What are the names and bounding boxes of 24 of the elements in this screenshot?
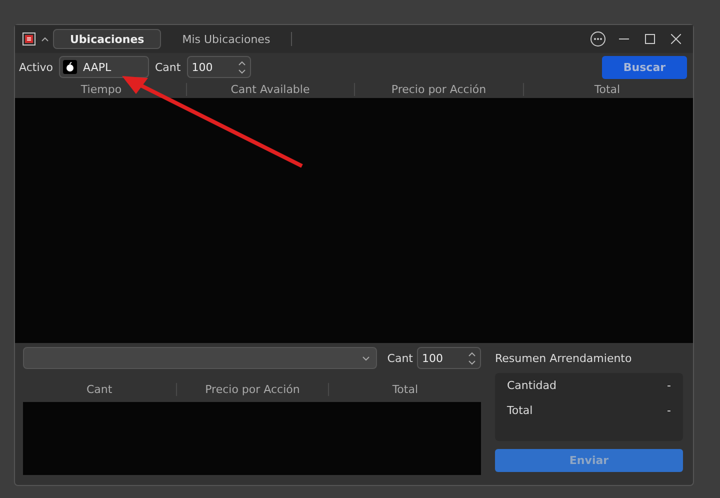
- column-header: Total: [328, 383, 481, 396]
- summary-label: Total: [507, 404, 533, 417]
- app-icon: [21, 31, 37, 47]
- quantity-label: Cant: [155, 60, 181, 74]
- apple-icon: [63, 60, 77, 74]
- asset-dropdown[interactable]: AAPL: [59, 56, 149, 78]
- summary-value: -: [667, 379, 671, 392]
- column-header: Tiempo: [80, 83, 123, 96]
- chevron-icon[interactable]: [362, 356, 370, 360]
- column-header: Cant Available: [186, 83, 354, 96]
- tab[interactable]: Mis Ubicaciones: [165, 29, 288, 49]
- quantity-label: Cant: [387, 352, 413, 364]
- column-header: Cant: [85, 383, 114, 396]
- collapse-icon[interactable]: [41, 36, 49, 42]
- tab[interactable]: Ubicaciones: [53, 29, 162, 49]
- column-header: Total: [522, 83, 691, 96]
- asset-label: Activo: [19, 60, 53, 74]
- summary-title: Resumen Arrendamiento: [495, 352, 633, 365]
- summary-label: Cantidad: [507, 379, 556, 392]
- summary-value: -: [667, 404, 671, 417]
- column-header: Precio por Acción: [176, 383, 328, 396]
- quantity-spinbox[interactable]: 100: [417, 347, 481, 369]
- column-header: Precio por Acción: [354, 83, 522, 96]
- quantity-spinbox[interactable]: 100: [186, 56, 251, 78]
